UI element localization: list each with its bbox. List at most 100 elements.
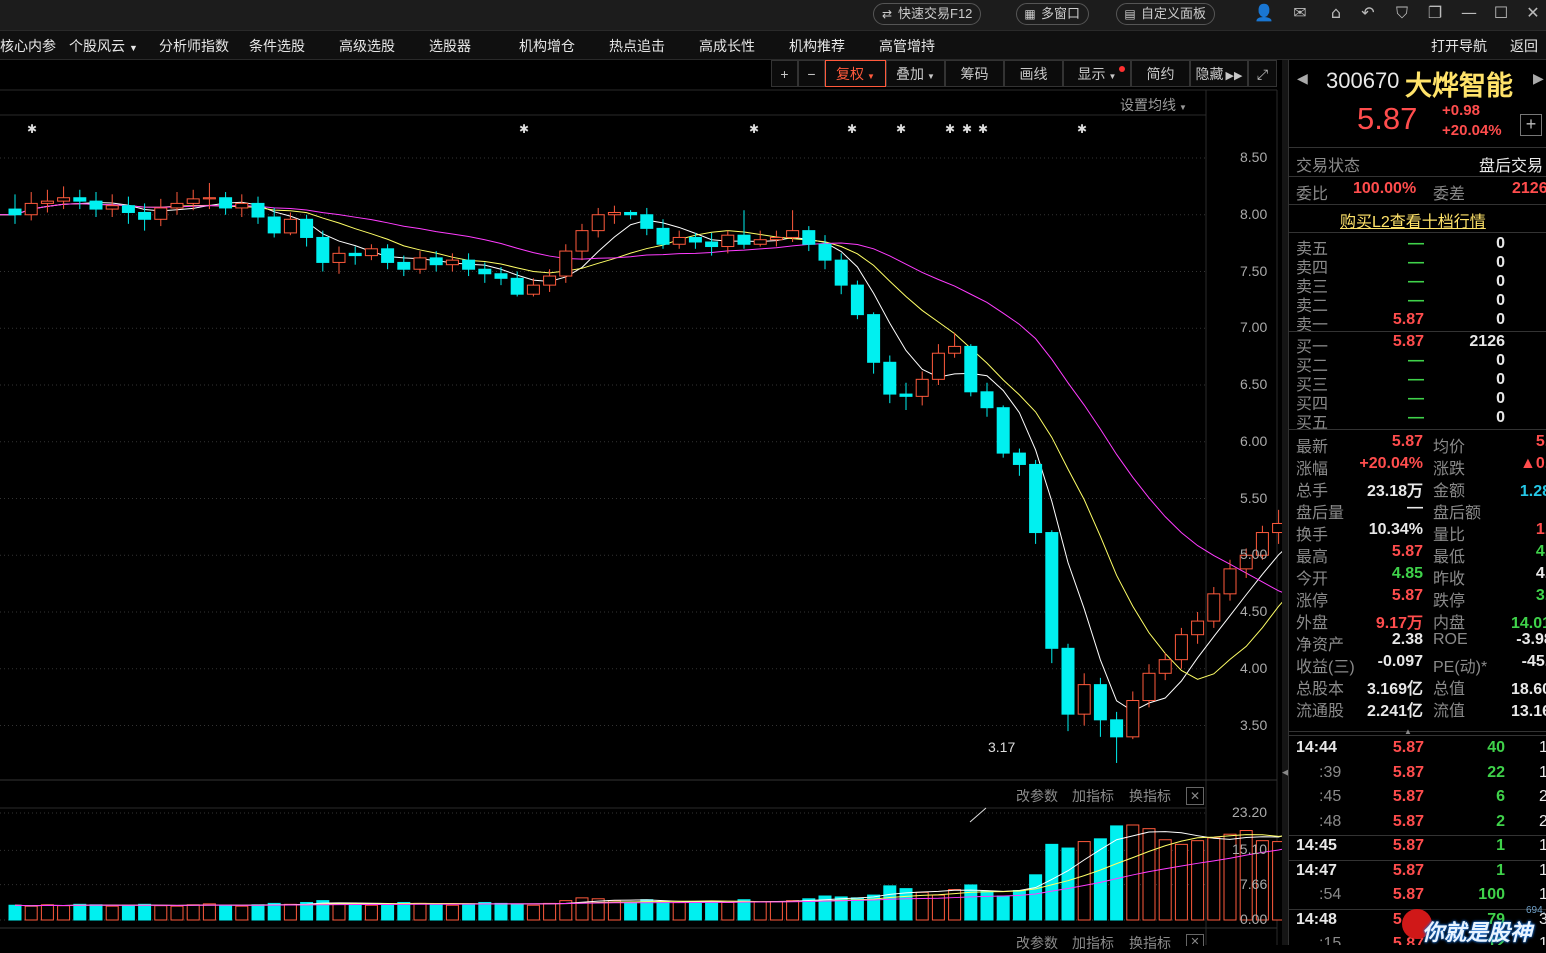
quote-stat-row: 收益(三)-0.097PE(动)*-45.49 [1289, 653, 1546, 676]
menu-item[interactable]: 高成长性 [699, 36, 755, 56]
weibi-value: 100.00% [1353, 180, 1417, 197]
close-panel-icon-2[interactable]: ✕ [1186, 934, 1204, 946]
draw-line-button[interactable]: 画线 [1004, 60, 1063, 87]
volume-bar-down [494, 902, 508, 921]
candle-up [543, 275, 557, 286]
order-book-sell-row: 卖一 5.87 0 [1289, 311, 1546, 334]
stat-value: 1.75 [1535, 521, 1546, 538]
chips-button[interactable]: 筹码 [945, 60, 1004, 87]
back-link[interactable]: 返回 [1510, 36, 1538, 56]
volume-bar-down [1029, 874, 1043, 921]
menu-item[interactable]: 条件选股 [249, 36, 305, 56]
menu-item[interactable]: 机构增仓 [519, 36, 575, 56]
change-params-button[interactable]: 改参数 [1016, 786, 1058, 806]
order-book-sell-row: 卖三 —0 [1289, 273, 1546, 296]
menu-item[interactable]: 个股风云 ▼ [69, 36, 138, 56]
candle-down [624, 211, 638, 216]
restore-window-icon[interactable]: ❐ [1424, 2, 1446, 24]
candle-down [737, 234, 751, 245]
menu-item[interactable]: 热点追击 [609, 36, 665, 56]
candle-down [300, 218, 314, 238]
buy-l2-link[interactable]: 购买L2查看十档行情 [1340, 208, 1486, 232]
zoom-in-button[interactable]: + [771, 60, 798, 87]
display-button[interactable]: 显示 ▼ [1063, 60, 1131, 87]
row-value: — [1408, 409, 1424, 426]
volume-bar-down [8, 904, 22, 921]
undo-icon[interactable]: ↶ [1357, 2, 1379, 24]
maximize-icon[interactable]: ☐ [1490, 2, 1512, 24]
add-indicator-button[interactable]: 加指标 [1072, 786, 1114, 806]
mail-icon[interactable]: ✉ [1289, 2, 1311, 24]
volume-bar-up [721, 901, 735, 921]
user-icon[interactable]: 👤 [1253, 2, 1275, 24]
candle-up [105, 205, 119, 210]
candle-down [656, 227, 670, 245]
volume-bar-up [235, 905, 249, 921]
candle-up [526, 284, 540, 295]
close-panel-icon[interactable]: ✕ [1186, 787, 1204, 805]
ma-settings-button[interactable]: 设置均线 ▼ [1120, 95, 1187, 115]
switch-indicator-button[interactable]: 换指标 [1129, 786, 1171, 806]
order-book-sell-row: 卖五 —0 [1289, 235, 1546, 258]
menu-item[interactable]: 高管增持 [879, 36, 935, 56]
fullscreen-icon[interactable]: ⤢ [1248, 60, 1277, 87]
change-params-button-2[interactable]: 改参数 [1016, 933, 1058, 953]
volume-bar-down [462, 903, 476, 921]
skin-icon[interactable]: ⛉ [1391, 2, 1413, 24]
ma20-line [0, 203, 1282, 593]
volume-bar-down [348, 903, 362, 921]
stat-value: 3.91 [1535, 587, 1546, 604]
stat-label: 均价 [1433, 439, 1466, 456]
candle-up [607, 211, 621, 216]
candle-up [948, 345, 962, 354]
stat-value: 5.87 [1391, 587, 1423, 604]
stat-label: 总手 [1296, 483, 1329, 500]
menu-item[interactable]: 高级选股 [339, 36, 395, 56]
candle-up [559, 250, 573, 277]
menu-item[interactable]: 选股器 [429, 36, 471, 56]
open-nav-link[interactable]: 打开导航 [1431, 36, 1487, 56]
volume-bar-up [24, 905, 38, 921]
multi-window-button[interactable]: ▦ 多窗口 [1016, 3, 1090, 25]
volume-bar-up [413, 902, 427, 921]
row-volume: 0 [1496, 292, 1505, 309]
candle-down [73, 197, 87, 202]
volume-bar-down [510, 903, 524, 921]
hide-button[interactable]: 隐藏 ▶▶ [1190, 60, 1248, 87]
close-icon[interactable]: ✕ [1522, 2, 1544, 24]
stat-label: 最低 [1433, 549, 1466, 566]
home-icon[interactable]: ⌂ [1325, 2, 1347, 24]
tick-price: 5.87 [1392, 788, 1424, 805]
volume-bar-up [1272, 841, 1282, 921]
stat-value: 5.87 [1391, 543, 1423, 560]
menu-item[interactable]: 机构推荐 [789, 36, 845, 56]
volume-bar-up [526, 904, 540, 921]
volume-bar-down [478, 901, 492, 921]
quote-stat-row: 今开 4.85 昨收 4.89 [1289, 565, 1546, 588]
minimize-icon[interactable]: — [1458, 2, 1480, 24]
zoom-out-button[interactable]: − [798, 60, 825, 87]
next-stock-icon[interactable]: ▶ [1533, 70, 1544, 87]
stat-value: 5.52 [1535, 433, 1546, 450]
candle-up [154, 207, 168, 220]
quick-trade-button[interactable]: ⇄ 快速交易F12 [873, 3, 982, 25]
overlay-button[interactable]: 叠加 ▼ [886, 60, 945, 87]
tick-volume: 6 [1496, 788, 1505, 805]
volume-bar-down [850, 897, 864, 921]
custom-panel-button[interactable]: ▤ 自定义面板 [1116, 3, 1216, 25]
candle-up [672, 236, 686, 245]
simple-button[interactable]: 简约 [1131, 60, 1190, 87]
candle-up [235, 202, 249, 209]
menu-item[interactable]: 核心内参 [0, 36, 56, 56]
fuquan-button[interactable]: 复权 ▼ [825, 60, 886, 87]
add-indicator-button-2[interactable]: 加指标 [1072, 933, 1114, 953]
volume-bar-up [1158, 839, 1172, 921]
prev-stock-icon[interactable]: ◀ [1297, 70, 1308, 87]
tick-price: 5.87 [1392, 763, 1424, 781]
volume-bar-up [753, 901, 767, 921]
candle-up [1126, 700, 1140, 738]
add-watchlist-icon[interactable]: + [1520, 114, 1542, 136]
kline-chart[interactable]: ✱ ✱ ✱ ✱ ✱ ✱ ✱ ✱ ✱ [0, 60, 1282, 945]
menu-item[interactable]: 分析师指数 [159, 36, 229, 56]
switch-indicator-button-2[interactable]: 换指标 [1129, 933, 1171, 953]
